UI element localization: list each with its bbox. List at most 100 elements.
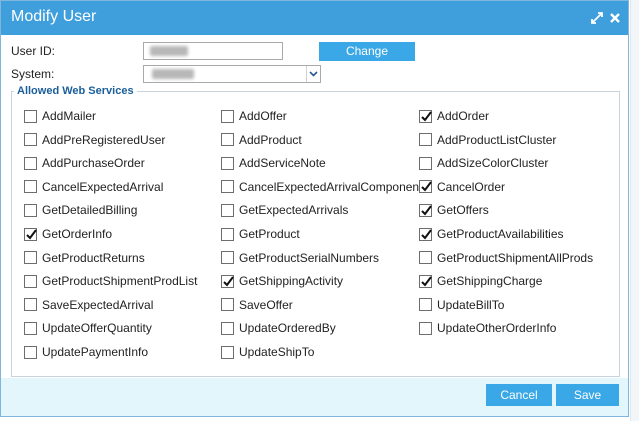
checkbox-unchecked[interactable] <box>221 345 234 359</box>
service-checkbox-item[interactable]: UpdateOtherOrderInfo <box>419 318 609 338</box>
service-checkbox-label: GetProductShipmentAllProds <box>437 250 594 265</box>
service-checkbox-item[interactable]: UpdateBillTo <box>419 295 609 315</box>
service-checkbox-item[interactable]: GetDetailedBilling <box>24 200 214 220</box>
service-checkbox-label: GetShippingActivity <box>239 274 344 289</box>
service-checkbox-item[interactable]: UpdateShipTo <box>221 342 411 362</box>
checkbox-unchecked[interactable] <box>419 321 432 335</box>
system-select[interactable] <box>143 65 321 83</box>
save-button[interactable]: Save <box>556 384 619 406</box>
checkbox-checked[interactable] <box>419 180 432 194</box>
checkbox-unchecked[interactable] <box>24 298 37 312</box>
checkbox-unchecked[interactable] <box>419 156 432 170</box>
service-checkbox-item[interactable]: SaveExpectedArrival <box>24 295 214 315</box>
checkbox-unchecked[interactable] <box>221 298 234 312</box>
service-checkbox-label: AddMailer <box>42 109 97 123</box>
checkmark-icon <box>421 228 432 240</box>
service-checkbox-item[interactable]: GetShippingActivity <box>221 271 411 291</box>
checkbox-unchecked[interactable] <box>221 203 234 217</box>
checkbox-unchecked[interactable] <box>221 156 234 170</box>
service-checkbox-item[interactable]: GetOffers <box>419 200 609 220</box>
chevron-down-icon[interactable] <box>306 66 320 82</box>
user-id-input[interactable] <box>143 42 283 60</box>
checkbox-checked[interactable] <box>419 109 432 123</box>
service-checkbox-item[interactable]: CancelOrder <box>419 177 609 197</box>
service-checkbox-item[interactable]: GetShippingCharge <box>419 271 609 291</box>
service-checkbox-item[interactable]: CancelExpectedArrival <box>24 177 214 197</box>
checkbox-unchecked[interactable] <box>221 227 234 241</box>
checkbox-checked[interactable] <box>419 274 432 288</box>
service-checkbox-item[interactable]: UpdatePaymentInfo <box>24 342 214 362</box>
service-checkbox-label: UpdateOfferQuantity <box>42 321 152 336</box>
service-checkbox-label: GetProductShipmentProdList <box>42 274 198 289</box>
checkbox-checked[interactable] <box>419 203 432 217</box>
service-checkbox-item[interactable]: AddMailer <box>24 106 214 126</box>
service-checkbox-label: CancelOrder <box>437 179 506 194</box>
cancel-button[interactable]: Cancel <box>486 384 552 406</box>
service-checkbox-item[interactable]: AddOrder <box>419 106 609 126</box>
service-checkbox-label: GetDetailedBilling <box>42 203 138 218</box>
service-checkbox-label: AddProduct <box>239 132 302 147</box>
service-checkbox-item[interactable]: GetProductReturns <box>24 248 214 268</box>
checkbox-unchecked[interactable] <box>24 133 37 147</box>
checkbox-unchecked[interactable] <box>24 180 37 194</box>
checkbox-unchecked[interactable] <box>221 109 234 123</box>
service-checkbox-item[interactable]: GetProduct <box>221 224 411 244</box>
checkbox-unchecked[interactable] <box>221 133 234 147</box>
checkbox-unchecked[interactable] <box>24 156 37 170</box>
service-checkbox-item[interactable]: AddProductListCluster <box>419 130 609 150</box>
expand-arrows-icon[interactable] <box>590 11 604 25</box>
dialog-footer: Cancel Save <box>1 378 628 416</box>
system-label: System: <box>11 67 55 81</box>
checkbox-unchecked[interactable] <box>24 321 37 335</box>
checkbox-unchecked[interactable] <box>419 251 432 265</box>
service-checkbox-label: GetProductSerialNumbers <box>239 250 380 265</box>
checkbox-unchecked[interactable] <box>24 109 37 123</box>
checkbox-unchecked[interactable] <box>24 345 37 359</box>
service-checkbox-label: GetOrderInfo <box>42 227 113 241</box>
service-checkbox-item[interactable]: AddProduct <box>221 130 411 150</box>
service-checkbox-item[interactable]: AddServiceNote <box>221 153 411 173</box>
service-checkbox-label: UpdateOtherOrderInfo <box>437 321 557 336</box>
service-checkbox-item[interactable]: SaveOffer <box>221 295 411 315</box>
checkbox-unchecked[interactable] <box>24 251 37 265</box>
service-checkbox-item[interactable]: UpdateOrderedBy <box>221 318 411 338</box>
checkbox-checked[interactable] <box>24 227 37 241</box>
service-checkbox-item[interactable]: UpdateOfferQuantity <box>24 318 214 338</box>
service-checkbox-label: UpdateBillTo <box>437 297 505 312</box>
titlebar-icons <box>590 9 622 27</box>
service-checkbox-item[interactable]: AddSizeColorCluster <box>419 153 609 173</box>
service-checkbox-item[interactable]: AddPurchaseOrder <box>24 153 214 173</box>
checkbox-unchecked[interactable] <box>419 133 432 147</box>
service-checkbox-item[interactable]: GetProductSerialNumbers <box>221 248 411 268</box>
user-id-redacted-value <box>150 46 188 56</box>
checkbox-checked[interactable] <box>221 274 234 288</box>
checkmark-icon <box>421 205 432 216</box>
checkmark-icon <box>421 276 432 287</box>
service-checkbox-item[interactable]: AddOffer <box>221 106 411 126</box>
service-checkbox-item[interactable]: GetProductShipmentProdList <box>24 271 214 291</box>
service-checkbox-label: UpdateOrderedBy <box>239 321 336 336</box>
service-checkbox-item[interactable]: GetOrderInfo <box>24 224 214 244</box>
close-icon[interactable] <box>608 11 622 25</box>
service-checkbox-label: AddSizeColorCluster <box>437 156 549 171</box>
checkbox-unchecked[interactable] <box>221 321 234 335</box>
checkbox-checked[interactable] <box>419 227 432 241</box>
service-checkbox-label: GetOffers <box>437 203 489 218</box>
checkbox-unchecked[interactable] <box>221 251 234 265</box>
checkbox-unchecked[interactable] <box>24 203 37 217</box>
dialog-titlebar[interactable]: Modify User <box>1 1 628 35</box>
change-password-button[interactable]: Change Password <box>319 42 415 75</box>
service-checkbox-item[interactable]: GetProductShipmentAllProds <box>419 248 609 268</box>
service-checkbox-item[interactable]: GetProductAvailabilities <box>419 224 609 244</box>
service-checkbox-label: AddOffer <box>239 109 287 123</box>
service-checkbox-label: GetProductAvailabilities <box>437 227 564 241</box>
service-checkbox-label: UpdateShipTo <box>239 345 315 359</box>
service-checkbox-label: GetShippingCharge <box>437 274 543 289</box>
service-checkbox-item[interactable]: AddPreRegisteredUser <box>24 130 214 150</box>
checkbox-unchecked[interactable] <box>419 298 432 312</box>
service-checkbox-item[interactable]: CancelExpectedArrivalComponent <box>221 177 422 197</box>
service-checkbox-item[interactable]: GetExpectedArrivals <box>221 200 411 220</box>
service-checkbox-label: AddPurchaseOrder <box>42 156 145 171</box>
checkbox-unchecked[interactable] <box>24 274 37 288</box>
checkbox-unchecked[interactable] <box>221 180 234 194</box>
